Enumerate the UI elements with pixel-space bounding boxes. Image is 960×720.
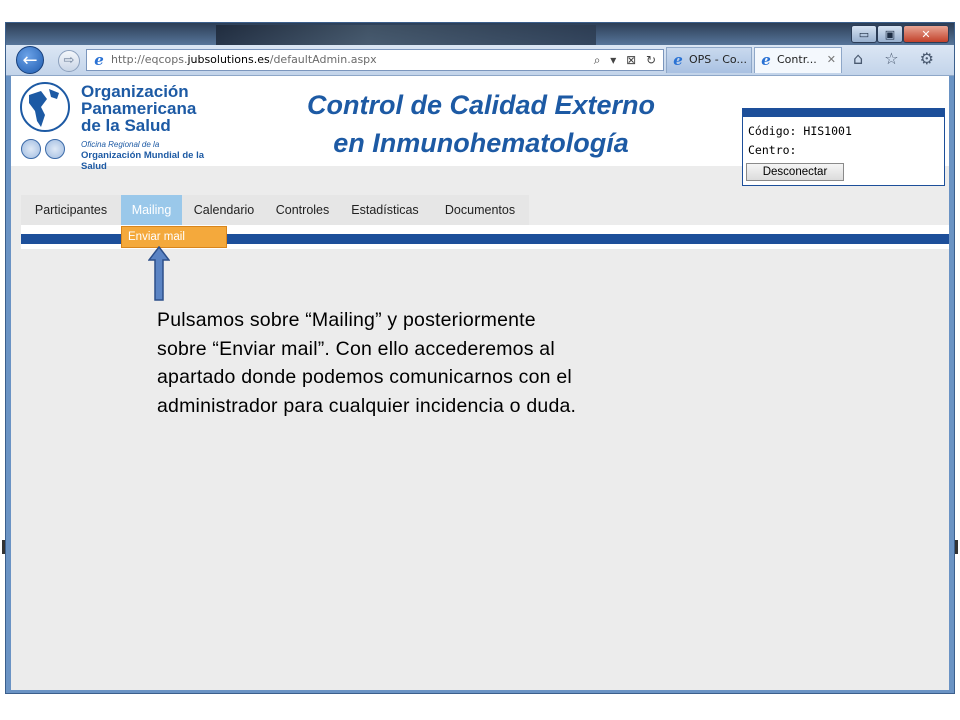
menu-item-participantes[interactable]: Participantes: [21, 195, 121, 225]
menu-item-calendario[interactable]: Calendario: [182, 195, 266, 225]
menu-item-mailing[interactable]: Mailing: [121, 195, 182, 225]
disconnect-button[interactable]: Desconectar: [746, 163, 844, 181]
logo-line-2: Panamericana: [81, 99, 197, 118]
tab-label: Contr...: [777, 53, 817, 66]
logo-line-1: Organización: [81, 82, 189, 101]
logo-subtitle: Oficina Regional de la: [81, 140, 160, 149]
browser-window: ▭ ▣ ✕ ← ⇨ e http://eqcops.jubsolutions.es…: [5, 22, 955, 694]
page-title-line-2: en Inmunohematología: [333, 128, 629, 158]
maximize-button[interactable]: ▣: [877, 25, 903, 43]
ie-tab-icon: e: [673, 51, 683, 69]
main-menu: Participantes Mailing Calendario Control…: [21, 195, 529, 225]
address-tools-icons[interactable]: ⌕ ▾ ⊠ ↻: [594, 50, 659, 70]
menu-item-documentos[interactable]: Documentos: [431, 195, 529, 225]
right-edge-marker: [955, 540, 958, 554]
address-path: /defaultAdmin.aspx: [269, 53, 377, 66]
page-title: Control de Calidad Externo en Inmunohema…: [261, 86, 701, 162]
left-edge-marker: [2, 540, 5, 554]
arrow-up-icon: [148, 246, 170, 301]
navigation-bar: ← ⇨ e http://eqcops.jubsolutions.es/defau…: [6, 45, 954, 76]
instruction-text: Pulsamos sobre “Mailing” y posteriorment…: [157, 306, 657, 420]
instruction-line-1: Pulsamos sobre “Mailing” y posteriorment…: [157, 309, 536, 331]
centro-label: Centro:: [748, 143, 797, 157]
who-emblem-icon: [21, 139, 41, 159]
address-bar[interactable]: e http://eqcops.jubsolutions.es/defaultAd…: [86, 49, 664, 71]
codigo-value: HIS1001: [803, 124, 852, 138]
paho-emblem-icon: [45, 139, 65, 159]
page-title-line-1: Control de Calidad Externo: [306, 90, 656, 120]
instruction-line-4: administrador para cualquier incidencia …: [157, 394, 577, 417]
menu-item-estadisticas[interactable]: Estadísticas: [339, 195, 431, 225]
title-bar-background: [216, 25, 596, 47]
minimize-button[interactable]: ▭: [851, 25, 877, 43]
address-prefix: http://eqcops.: [111, 53, 188, 66]
menu-item-controles[interactable]: Controles: [266, 195, 339, 225]
back-button[interactable]: ←: [16, 46, 44, 74]
instruction-line-3: apartado donde podemos comunicarnos con …: [157, 366, 572, 388]
globe-icon: [20, 82, 70, 132]
ie-tab-icon: e: [761, 51, 771, 69]
page-viewport: Organización Panamericana de la Salud Of…: [11, 76, 949, 690]
ops-logo: Organización Panamericana de la Salud Of…: [19, 81, 227, 172]
forward-button[interactable]: ⇨: [58, 50, 80, 72]
instruction-line-2: sobre “Enviar mail”. Con ello accederemo…: [157, 337, 555, 360]
tab-ops[interactable]: e OPS - Co...: [666, 47, 752, 73]
close-window-button[interactable]: ✕: [903, 25, 949, 43]
tab-label: OPS - Co...: [689, 53, 747, 66]
address-domain: jubsolutions.es: [187, 53, 270, 66]
tab-control[interactable]: e Contr... ✕: [754, 47, 842, 73]
close-tab-icon[interactable]: ✕: [827, 48, 836, 72]
logo-who-name: Organización Mundial de la Salud: [81, 150, 204, 172]
login-panel-bar: [743, 109, 944, 117]
home-favorites-settings-icons[interactable]: ⌂ ☆ ⚙: [853, 49, 942, 68]
codigo-label: Código:: [748, 124, 797, 138]
ie-page-icon: e: [94, 51, 104, 69]
submenu-enviar-mail[interactable]: Enviar mail: [121, 226, 227, 248]
logo-line-3: de la Salud: [81, 116, 171, 135]
codigo-row: Código: HIS1001: [748, 124, 852, 138]
login-panel: Código: HIS1001 Centro: Desconectar: [742, 108, 945, 186]
